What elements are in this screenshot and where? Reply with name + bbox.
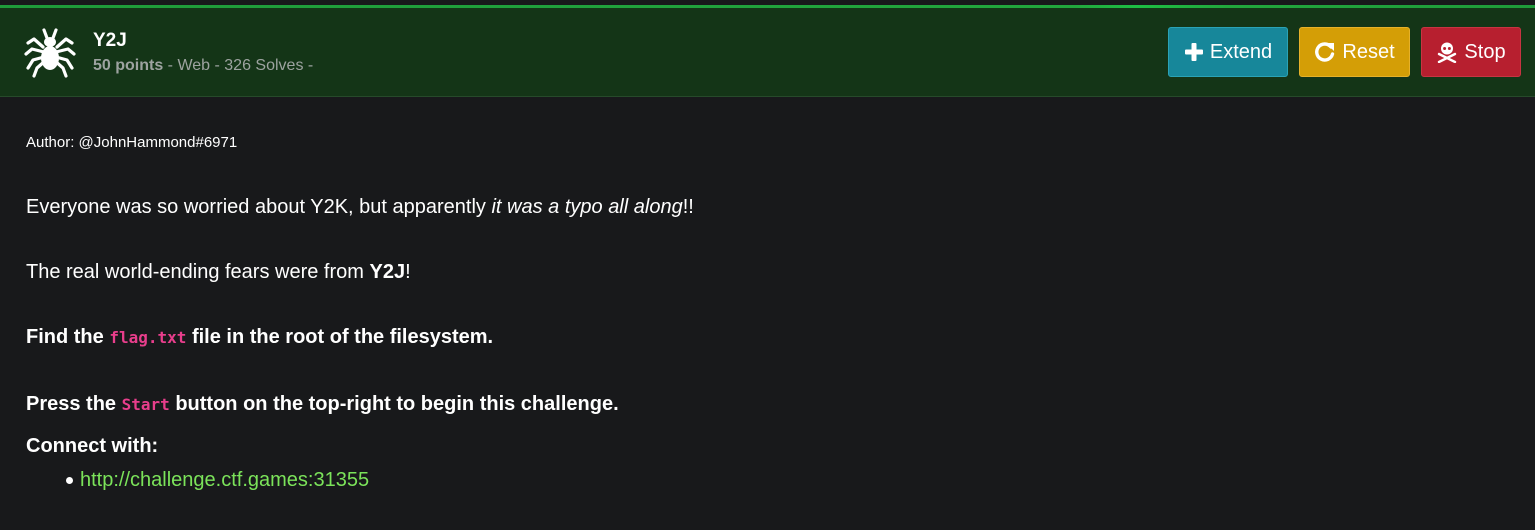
- description-paragraph-4: Press the Start button on the top-right …: [26, 393, 619, 416]
- plus-icon: [1184, 42, 1204, 62]
- reset-label: Reset: [1342, 40, 1395, 63]
- skull-crossbones-icon: [1436, 41, 1458, 63]
- spider-icon: [24, 26, 76, 78]
- challenge-title: Y2J: [93, 30, 127, 51]
- start-code: Start: [121, 395, 170, 414]
- p4-text: Press the: [26, 393, 122, 415]
- connect-label: Connect with:: [26, 435, 159, 457]
- stop-button[interactable]: Stop: [1421, 27, 1521, 77]
- flag-filename-code: flag.txt: [109, 328, 187, 347]
- challenge-category-solves: - Web - 326 Solves -: [163, 57, 314, 74]
- description-paragraph-1: Everyone was so worried about Y2K, but a…: [26, 196, 694, 219]
- p3-end: file in the root of the filesystem.: [186, 326, 494, 348]
- extend-label: Extend: [1209, 40, 1273, 63]
- challenge-header: Y2J 50 points - Web - 326 Solves - Exten…: [0, 8, 1535, 97]
- extend-button[interactable]: Extend: [1168, 27, 1288, 77]
- bullet-icon: [66, 477, 73, 484]
- p4-end: button on the top-right to begin this ch…: [169, 393, 619, 415]
- p2-strong: Y2J: [369, 261, 406, 283]
- author-line: Author: @JohnHammond#6971: [26, 134, 238, 151]
- p1-emphasis: it was a typo all along: [491, 196, 683, 218]
- connect-link[interactable]: http://challenge.ctf.games:31355: [80, 469, 369, 492]
- stop-label: Stop: [1464, 40, 1506, 63]
- p1-text: Everyone was so worried about Y2K, but a…: [26, 196, 492, 218]
- description-paragraph-3: Find the flag.txt file in the root of th…: [26, 326, 493, 349]
- p2-end: !: [405, 261, 411, 283]
- description-paragraph-2: The real world-ending fears were from Y2…: [26, 261, 411, 284]
- challenge-meta: 50 points - Web - 326 Solves -: [93, 57, 313, 75]
- p2-text: The real world-ending fears were from: [26, 261, 370, 283]
- reset-button[interactable]: Reset: [1299, 27, 1410, 77]
- p1-end: !!: [682, 196, 694, 218]
- list-item: http://challenge.ctf.games:31355: [66, 469, 369, 492]
- redo-icon: [1314, 41, 1336, 63]
- challenge-points: 50 points: [93, 57, 164, 74]
- p3-text: Find the: [26, 326, 110, 348]
